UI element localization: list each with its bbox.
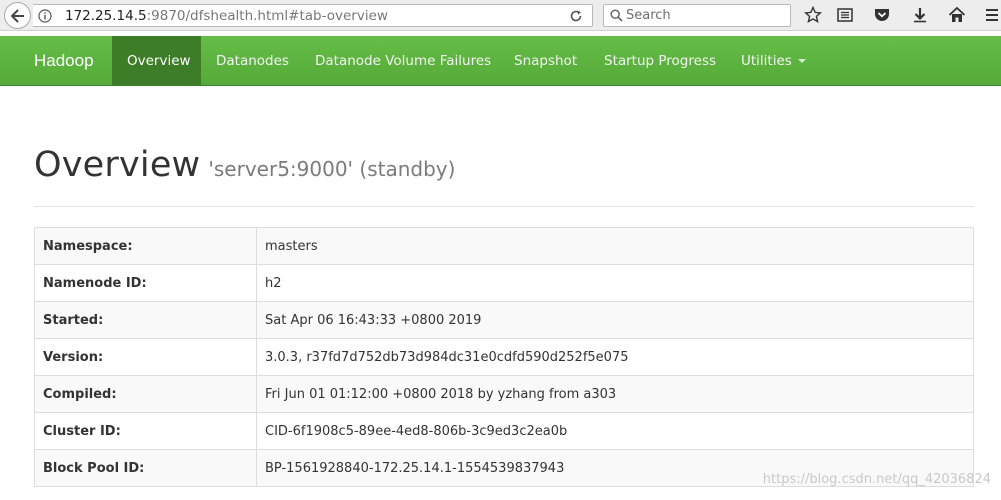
url-text[interactable]: 172.25.14.5:9870/dfshealth.html#tab-over… [65, 7, 388, 25]
caret-down-icon [797, 59, 806, 63]
page-title: Overview [34, 145, 201, 185]
row-key: Started: [34, 301, 257, 339]
watermark: https://blog.csdn.net/qq_42036824 [762, 472, 991, 487]
url-host: 172.25.14.5 [65, 8, 147, 24]
row-key: Version: [34, 338, 257, 376]
nav-overview[interactable]: Overview [112, 36, 201, 86]
table-row: Compiled: Fri Jun 01 01:12:00 +0800 2018… [34, 375, 974, 413]
nav-utilities-label: Utilities [741, 53, 792, 69]
table-row: Namenode ID: h2 [34, 264, 974, 302]
pocket-icon[interactable] [873, 6, 891, 24]
row-value: Fri Jun 01 01:12:00 +0800 2018 by yzhang… [256, 375, 974, 413]
row-key: Compiled: [34, 375, 257, 413]
row-value: CID-6f1908c5-89ee-4ed8-806b-3c9ed3c2ea0b [256, 412, 974, 450]
row-key: Block Pool ID: [34, 449, 257, 487]
row-value: h2 [256, 264, 974, 302]
home-icon[interactable] [948, 6, 966, 24]
navbar: Hadoop Overview Datanodes Datanode Volum… [0, 36, 1001, 86]
row-key: Namespace: [34, 227, 257, 265]
row-key: Cluster ID: [34, 412, 257, 450]
row-key: Namenode ID: [34, 264, 257, 302]
reload-icon[interactable] [569, 9, 583, 23]
table-row: Namespace: masters [34, 227, 974, 265]
nav-datanodes[interactable]: Datanodes [216, 36, 289, 86]
reading-list-icon[interactable] [836, 6, 854, 24]
table-row: Started: Sat Apr 06 16:43:33 +0800 2019 [34, 301, 974, 339]
nav-utilities[interactable]: Utilities [741, 36, 806, 86]
table-row: Version: 3.0.3, r37fd7d752db73d984dc31e0… [34, 338, 974, 376]
browser-toolbar: 172.25.14.5:9870/dfshealth.html#tab-over… [0, 0, 1001, 31]
nav-datanode-volume-failures[interactable]: Datanode Volume Failures [315, 36, 491, 86]
table-row: Cluster ID: CID-6f1908c5-89ee-4ed8-806b-… [34, 412, 974, 450]
search-box[interactable] [603, 4, 791, 27]
url-path: :9870/dfshealth.html#tab-overview [146, 8, 388, 24]
info-icon[interactable] [38, 9, 52, 23]
nav-startup-progress[interactable]: Startup Progress [604, 36, 716, 86]
overview-table: Namespace: masters Namenode ID: h2 Start… [34, 227, 974, 487]
download-icon[interactable] [911, 6, 929, 24]
page-subtitle: 'server5:9000' (standby) [208, 157, 456, 181]
search-input[interactable] [626, 6, 786, 25]
row-value: masters [256, 227, 974, 265]
bookmark-star-icon[interactable] [804, 6, 822, 24]
row-value: 3.0.3, r37fd7d752db73d984dc31e0cdfd590d2… [256, 338, 974, 376]
search-icon [610, 9, 623, 22]
address-bar[interactable]: 172.25.14.5:9870/dfshealth.html#tab-over… [33, 4, 593, 27]
row-value: Sat Apr 06 16:43:33 +0800 2019 [256, 301, 974, 339]
page-header: Overview 'server5:9000' (standby) [34, 145, 974, 207]
menu-icon[interactable] [985, 6, 999, 24]
back-arrow-icon [11, 9, 24, 23]
nav-snapshot[interactable]: Snapshot [514, 36, 577, 86]
back-button[interactable] [4, 2, 31, 29]
brand-logo[interactable]: Hadoop [34, 36, 94, 86]
